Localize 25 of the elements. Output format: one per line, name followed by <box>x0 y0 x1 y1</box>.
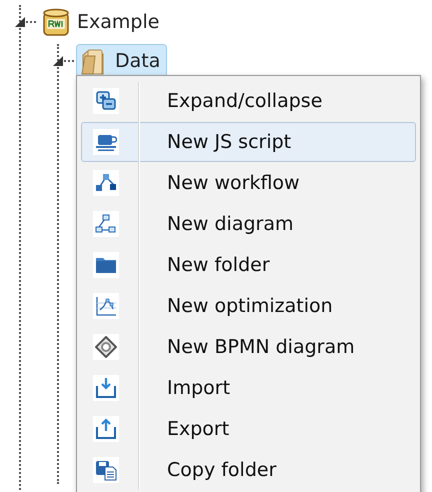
tree-node[interactable]: Example <box>38 5 166 39</box>
menu-item[interactable]: New folder <box>81 245 416 285</box>
copy-icon <box>93 457 119 483</box>
menu-item[interactable]: Expand/collapse <box>81 81 416 121</box>
menu-item[interactable]: Import <box>81 368 416 408</box>
database-icon <box>41 7 71 37</box>
line-chart-icon <box>93 293 119 319</box>
import-icon <box>93 375 119 401</box>
folder-icon <box>93 252 119 278</box>
menu-item[interactable]: Export <box>81 409 416 449</box>
collapse-arrow-icon[interactable] <box>52 55 64 67</box>
diagram-icon <box>93 211 119 237</box>
menu-item[interactable]: New JS script <box>81 122 416 162</box>
cup-icon <box>93 129 119 155</box>
menu-item[interactable]: New optimization <box>81 286 416 326</box>
tree-node[interactable]: Data <box>76 44 168 78</box>
plus-minus-icon <box>93 88 119 114</box>
diamond-icon <box>93 334 119 360</box>
menu-item[interactable]: New diagram <box>81 204 416 244</box>
menu-item[interactable]: New BPMN diagram <box>81 327 416 367</box>
workflow-icon <box>93 170 119 196</box>
export-icon <box>93 416 119 442</box>
menu-item[interactable]: Copy folder <box>81 450 416 490</box>
collapse-arrow-icon[interactable] <box>14 16 26 28</box>
menu-item[interactable]: New workflow <box>81 163 416 203</box>
